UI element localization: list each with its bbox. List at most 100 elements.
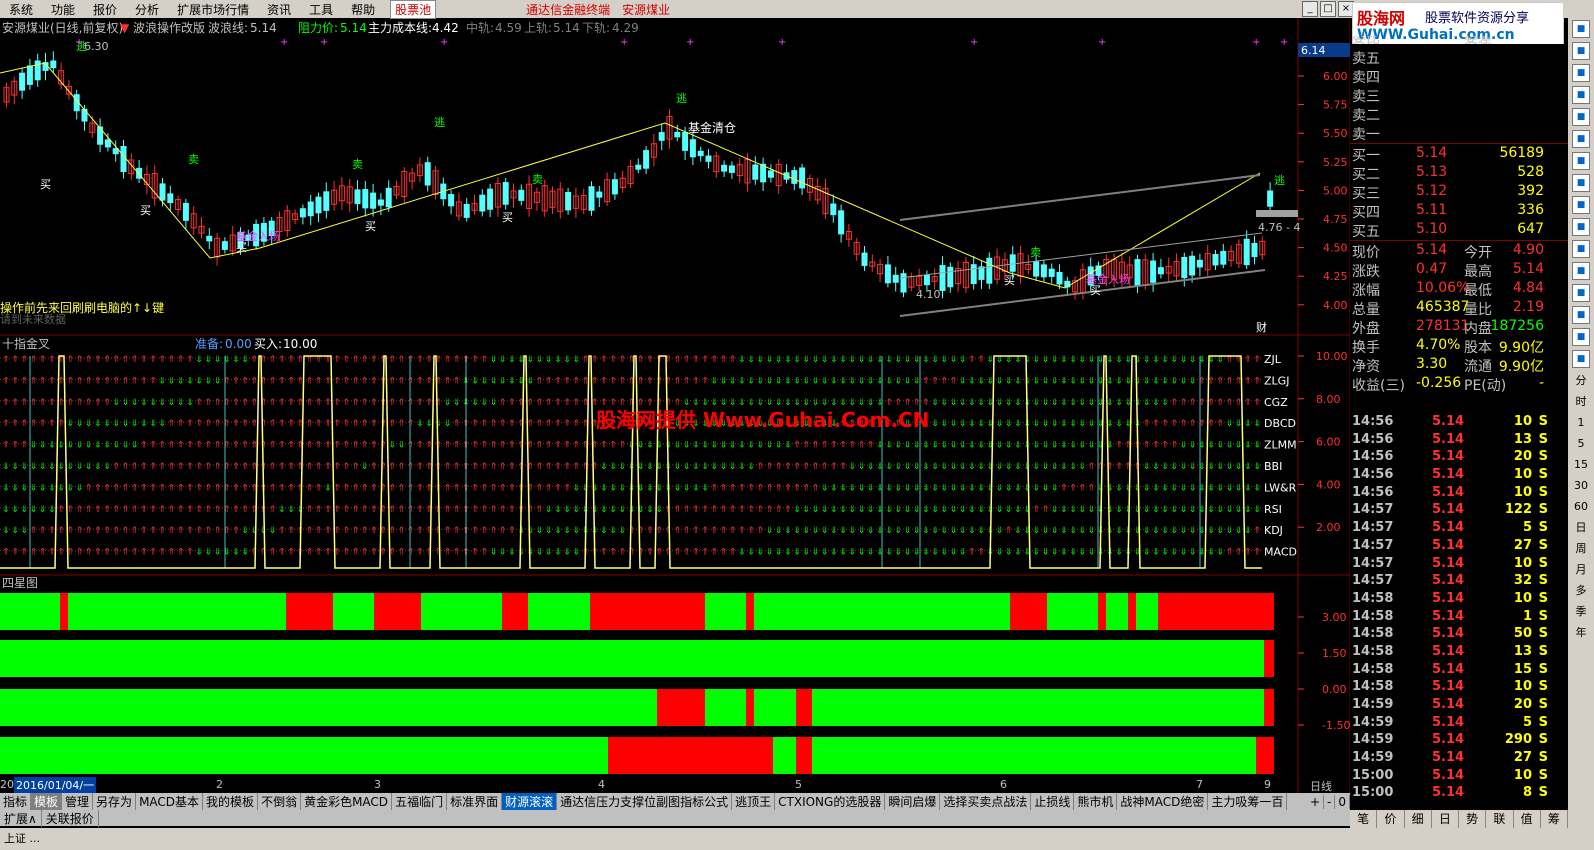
extension-tab[interactable]: 关联报价 xyxy=(42,809,99,827)
quote-tab[interactable]: 细 xyxy=(1405,810,1432,828)
toolbar-icon[interactable]: ■ xyxy=(1572,64,1590,82)
extension-tab[interactable]: 扩展∧ xyxy=(0,809,42,827)
template-tab[interactable]: 主力吸筹一百 xyxy=(1208,793,1288,810)
down-arrow-icon: ⇓ xyxy=(85,462,93,472)
toolbar-icon[interactable]: ■ xyxy=(1572,86,1590,104)
menu-item-function[interactable]: 功能 xyxy=(42,1,84,18)
template-tab[interactable]: 指标 xyxy=(0,793,32,810)
toolbar-icon[interactable]: ■ xyxy=(1572,174,1590,192)
up-arrow-icon: ⇑ xyxy=(232,376,240,386)
up-arrow-icon: ⇑ xyxy=(2,376,10,386)
up-arrow-icon: ⇑ xyxy=(76,355,84,365)
toolbar-icon[interactable]: ■ xyxy=(1572,262,1590,280)
zoom-button[interactable]: - xyxy=(1324,794,1336,809)
template-tab[interactable]: 五福临门 xyxy=(392,793,448,810)
toolbar-icon[interactable]: ■ xyxy=(1572,196,1590,214)
down-arrow-icon: ⇓ xyxy=(885,505,893,515)
quote-tab[interactable]: 值 xyxy=(1514,810,1541,828)
toolbar-icon[interactable]: ■ xyxy=(1572,284,1590,302)
up-arrow-icon: ⇑ xyxy=(103,483,111,493)
period-label[interactable]: 日线 xyxy=(1310,778,1332,794)
up-arrow-icon: ⇑ xyxy=(278,483,286,493)
up-arrow-icon: ⇑ xyxy=(398,419,406,429)
quote-tab[interactable]: 筹 xyxy=(1541,810,1568,828)
menu-item-news[interactable]: 资讯 xyxy=(258,1,300,18)
template-tab[interactable]: 管理 xyxy=(62,793,94,810)
up-arrow-icon: ⇑ xyxy=(168,462,176,472)
period-button[interactable]: 周 xyxy=(1571,539,1591,558)
template-tab[interactable]: 逃顶王 xyxy=(732,793,776,810)
toolbar-icon[interactable]: ■ xyxy=(1572,306,1590,324)
period-button[interactable]: 多 xyxy=(1571,581,1591,600)
template-tab[interactable]: MACD基本 xyxy=(136,793,204,810)
template-tab[interactable]: 战神MACD绝密 xyxy=(1117,793,1209,810)
toolbar-icon[interactable]: ■ xyxy=(1572,350,1590,368)
menu-item-ext-market[interactable]: 扩展市场行情 xyxy=(168,1,258,18)
zoom-button[interactable]: 0 xyxy=(1335,794,1350,809)
template-tab[interactable]: 止损线 xyxy=(1031,793,1075,810)
down-arrow-icon: ⇓ xyxy=(545,548,553,558)
toolbar-icon[interactable]: ■ xyxy=(1572,130,1590,148)
tick-trade-list[interactable]: 14:56 5.14 10 S 14:56 5.14 13 S 14:56 5.14 20 S 14:5… xyxy=(1350,414,1568,803)
toolbar-icon[interactable]: ■ xyxy=(1572,108,1590,126)
template-tab[interactable]: 模板 xyxy=(31,793,63,810)
period-button[interactable]: 时 xyxy=(1571,392,1591,411)
template-tab[interactable]: 瞬间启爆 xyxy=(885,793,941,810)
period-button[interactable]: 分 xyxy=(1571,371,1591,390)
quote-top-partial: 委比 委差 xyxy=(1352,36,1492,47)
quote-tab[interactable]: 日 xyxy=(1432,810,1459,828)
period-button[interactable]: 1 xyxy=(1571,413,1591,432)
down-arrow-icon: ⇓ xyxy=(1014,548,1022,558)
menu-item-tools[interactable]: 工具 xyxy=(300,1,342,18)
menu-item-help[interactable]: 帮助 xyxy=(342,1,384,18)
template-tab[interactable]: 熊市机 xyxy=(1074,793,1118,810)
up-arrow-icon: ⇑ xyxy=(453,548,461,558)
sell-signal-label: 卖 xyxy=(188,153,199,166)
toolbar-icon[interactable]: ■ xyxy=(1572,42,1590,60)
menu-item-system[interactable]: 系统 xyxy=(0,1,42,18)
template-tab[interactable]: 另存为 xyxy=(93,793,137,810)
down-arrow-icon: ⇓ xyxy=(950,526,958,536)
time-axis-selected-date[interactable]: 2016/01/04/一 xyxy=(14,777,97,793)
trade-row: 14:57 5.14 32 S xyxy=(1350,573,1568,591)
quote-tab[interactable]: 联 xyxy=(1486,810,1514,828)
toolbar-icon[interactable]: ■ xyxy=(1572,218,1590,236)
template-tab[interactable]: 财源滚滚 xyxy=(502,793,558,810)
menu-item-analysis[interactable]: 分析 xyxy=(126,1,168,18)
toolbar-icon[interactable]: ■ xyxy=(1572,240,1590,258)
template-tab[interactable]: 通达信压力支撑位副图指标公式 xyxy=(557,793,733,810)
period-button[interactable]: 5 xyxy=(1571,434,1591,453)
template-tab[interactable]: 选择买卖点战法 xyxy=(940,793,1032,810)
template-tab[interactable]: CTXIONG的选股器 xyxy=(775,793,886,810)
up-arrow-icon: ⇑ xyxy=(683,526,691,536)
quote-tab[interactable]: 笔 xyxy=(1350,810,1378,828)
period-button[interactable]: 日 xyxy=(1571,518,1591,537)
period-button[interactable]: 30 xyxy=(1571,476,1591,495)
restore-icon[interactable]: □ xyxy=(1320,1,1336,17)
down-arrow-icon: ⇓ xyxy=(149,419,157,429)
quote-tab[interactable]: 价 xyxy=(1377,810,1405,828)
menu-item-quote[interactable]: 报价 xyxy=(84,1,126,18)
stat-value: 4.70% xyxy=(1416,337,1461,353)
template-tab[interactable]: 不倒翁 xyxy=(258,793,302,810)
template-tab[interactable]: 标准界面 xyxy=(447,793,503,810)
period-button[interactable]: 15 xyxy=(1571,455,1591,474)
buy-signal-label: 买 xyxy=(1004,274,1015,287)
zoom-button[interactable]: + xyxy=(1307,794,1325,809)
minimize-icon[interactable]: _ xyxy=(1302,1,1318,17)
template-tab[interactable]: 黄金彩色MACD xyxy=(301,793,393,810)
period-button[interactable]: 60 xyxy=(1571,497,1591,516)
quote-tab[interactable]: 势 xyxy=(1459,810,1487,828)
period-button[interactable]: 年 xyxy=(1571,623,1591,642)
toolbar-icon[interactable]: ■ xyxy=(1572,20,1590,38)
period-button[interactable]: 月 xyxy=(1571,560,1591,579)
up-arrow-icon: ⇑ xyxy=(756,526,764,536)
up-arrow-icon: ⇑ xyxy=(352,441,360,451)
template-tab[interactable]: 我的模板 xyxy=(203,793,259,810)
down-arrow-icon: ⇓ xyxy=(1115,398,1123,408)
period-button[interactable]: 季 xyxy=(1571,602,1591,621)
stock-pool-button[interactable]: 股票池 xyxy=(390,0,437,19)
toolbar-icon[interactable]: ■ xyxy=(1572,152,1590,170)
down-arrow-icon: ⇓ xyxy=(839,548,847,558)
toolbar-icon[interactable]: ■ xyxy=(1572,328,1590,346)
